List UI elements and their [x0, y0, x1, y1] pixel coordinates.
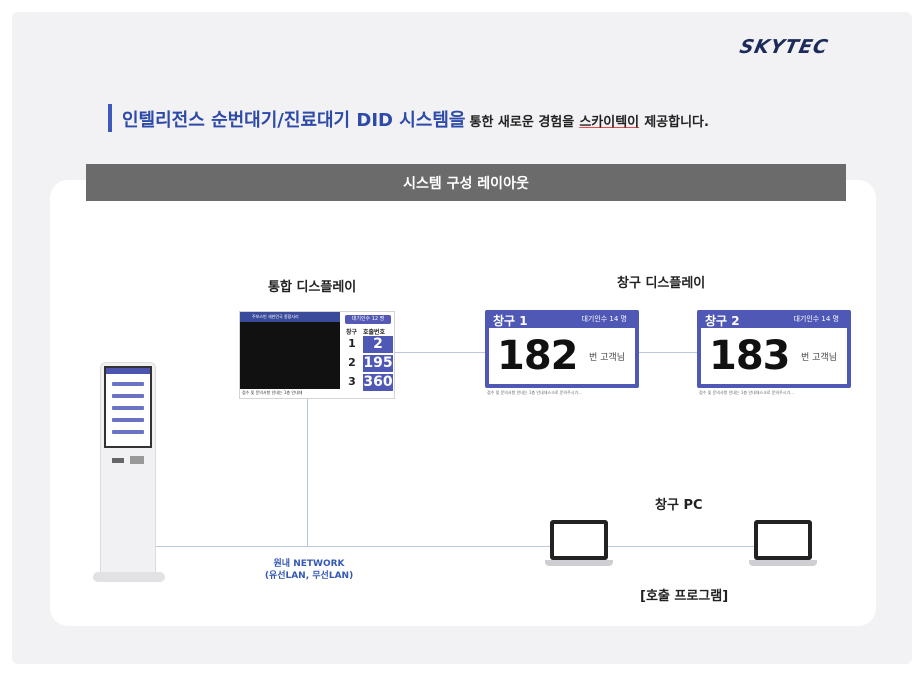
headline-accent-bar [108, 104, 112, 132]
section-banner: 시스템 구성 레이아웃 [86, 164, 846, 201]
integrated-display-header: 주보스빈 세한민국 종합사리 [240, 312, 340, 322]
kiosk-menu-item [112, 418, 144, 422]
row-number: 2 [363, 336, 393, 353]
integrated-display-footer: 접수 및 문의사항 안내는 1층 안내데 [242, 390, 303, 395]
window-wait-count: 대기인수 14 명 [793, 315, 839, 323]
laptop-icon [754, 520, 812, 560]
headline-rest: 통한 새로운 경험을 [469, 115, 575, 130]
window-title: 창구 1 [493, 314, 528, 328]
window-display-label: 창구 디스플레이 [617, 276, 706, 291]
skytec-logo: SKYTEC [737, 36, 831, 58]
headline: 인텔리전스 순번대기/진료대기 DID 시스템을 통한 새로운 경험을 스카이텍이… [122, 106, 709, 132]
integrated-display-screen [240, 322, 340, 389]
window-display-footer: 접수 및 문의사항 안내는 1층 안내데스크로 문의주시기... [487, 390, 582, 395]
network-line [156, 546, 754, 547]
display-drop-line [307, 399, 308, 546]
call-program-label: [호출 프로그램] [640, 589, 729, 604]
kiosk-base [93, 572, 165, 582]
laptop-screen [758, 524, 808, 556]
network-label-line1: 원내 NETWORK [273, 559, 345, 569]
laptop-screen [554, 524, 604, 556]
kiosk-ticket-slot [112, 458, 124, 463]
window-display-body: 182 번 고객님 [489, 328, 635, 384]
customer-suffix: 번 고객님 [589, 353, 625, 363]
headline-tail: 제공합니다. [644, 115, 709, 130]
window-pc-label: 창구 PC [655, 498, 703, 513]
kiosk-screen-header [106, 368, 150, 374]
row-number: 195 [363, 355, 393, 372]
window-wait-count: 대기인수 14 명 [581, 315, 627, 323]
laptop-base [545, 560, 613, 566]
called-number: 183 [709, 333, 790, 379]
row-number: 360 [363, 374, 393, 391]
row-window: 1 [348, 337, 356, 350]
integrated-wait-count: 대기인수 12 명 [345, 315, 391, 324]
column-window-header: 창구 [346, 329, 358, 336]
display-link-line-1 [395, 352, 485, 353]
laptop-base [749, 560, 817, 566]
window-title: 창구 2 [705, 314, 740, 328]
headline-main: 인텔리전스 순번대기/진료대기 DID 시스템을 [122, 110, 466, 131]
laptop-icon [550, 520, 608, 560]
row-window: 2 [348, 356, 356, 369]
kiosk-screen [104, 366, 152, 448]
network-label: 원내 NETWORK (유선LAN, 무선LAN) [262, 558, 356, 582]
window-display-1: 창구 1 대기인수 14 명 182 번 고객님 [485, 310, 639, 388]
called-number: 182 [497, 333, 578, 379]
network-label-line2: (유선LAN, 무선LAN) [264, 571, 354, 581]
kiosk-menu-item [112, 394, 144, 398]
window-display-body: 183 번 고객님 [701, 328, 847, 384]
display-link-line-2 [639, 352, 697, 353]
window-display-2: 창구 2 대기인수 14 명 183 번 고객님 [697, 310, 851, 388]
window-display-footer: 접수 및 문의사항 안내는 1층 안내데스크로 문의주시기... [699, 390, 794, 395]
kiosk-card-reader [130, 456, 144, 464]
row-window: 3 [348, 375, 356, 388]
customer-suffix: 번 고객님 [801, 353, 837, 363]
integrated-display-label: 통합 디스플레이 [268, 280, 357, 295]
kiosk-menu-item [112, 382, 144, 386]
integrated-display: 주보스빈 세한민국 종합사리 대기인수 12 명 창구 호출번호 1 2 2 1… [239, 311, 395, 399]
kiosk-menu-item [112, 430, 144, 434]
headline-company: 스카이텍이 [579, 115, 640, 130]
kiosk-menu-item [112, 406, 144, 410]
column-number-header: 호출번호 [363, 329, 386, 336]
